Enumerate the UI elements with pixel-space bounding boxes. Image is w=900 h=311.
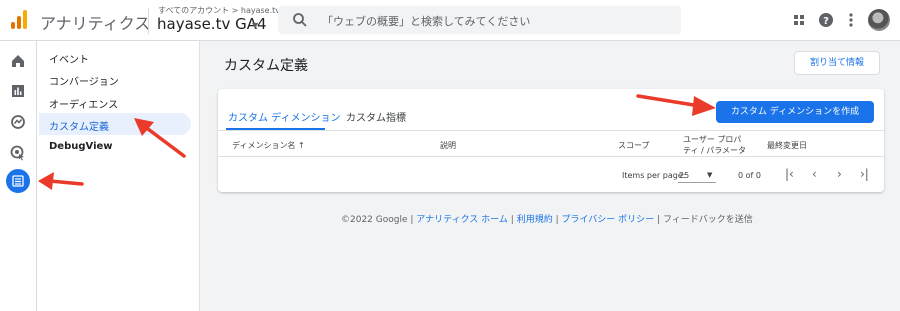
column-header-user-property-line2[interactable]: ティ / パラメータ xyxy=(683,145,746,156)
table-header-divider xyxy=(218,156,884,157)
tab-custom-metrics[interactable]: カスタム指標 xyxy=(346,109,406,124)
search-icon xyxy=(293,13,307,27)
top-app-bar: アナリティクス すべてのアカウント > hayase.tv hayase.tv … xyxy=(0,0,900,41)
tab-custom-dimensions[interactable]: カスタム ディメンション xyxy=(228,109,340,124)
subnav-item-conversions[interactable]: コンバージョン xyxy=(49,73,119,88)
select-underline xyxy=(678,182,716,183)
subnav-item-audiences[interactable]: オーディエンス xyxy=(49,96,118,111)
header-divider xyxy=(148,8,149,34)
footer-link-terms[interactable]: 利用規約 xyxy=(517,215,553,225)
footer-link-privacy[interactable]: プライバシー ポリシー xyxy=(561,215,654,225)
help-icon[interactable]: ? xyxy=(818,12,834,28)
analytics-logo-icon[interactable] xyxy=(10,10,28,30)
app-title: アナリティクス xyxy=(40,14,151,33)
configure-list-icon xyxy=(12,175,24,187)
advertising-icon[interactable] xyxy=(8,143,28,163)
last-page-icon[interactable]: ›| xyxy=(860,167,869,181)
footer: ©2022 Google | アナリティクス ホーム | 利用規約 | プライバ… xyxy=(341,215,753,225)
subnav-item-events[interactable]: イベント xyxy=(49,51,89,66)
create-custom-dimension-button[interactable]: カスタム ディメンションを作成 xyxy=(716,101,874,123)
search-bar[interactable]: 「ウェブの概要」と検索してみてください xyxy=(278,6,681,34)
pagination-range: 0 of 0 xyxy=(738,171,761,180)
apps-grid-icon[interactable] xyxy=(791,12,807,28)
column-header-dimension-name[interactable]: ディメンション名 ↑ xyxy=(232,140,305,151)
custom-definitions-card: カスタム ディメンション カスタム指標 カスタム ディメンションを作成 ディメン… xyxy=(218,89,884,192)
items-per-page-select[interactable]: 25 xyxy=(679,171,689,180)
column-header-description[interactable]: 説明 xyxy=(440,140,456,151)
next-page-icon[interactable]: › xyxy=(837,167,842,181)
footer-copyright: ©2022 Google xyxy=(341,215,408,225)
annotation-arrow-icon xyxy=(134,118,186,158)
column-header-last-modified[interactable]: 最終変更日 xyxy=(767,140,807,151)
avatar[interactable] xyxy=(868,9,890,31)
previous-page-icon[interactable]: ‹ xyxy=(812,167,817,181)
reports-icon[interactable] xyxy=(8,81,28,101)
search-input[interactable]: 「ウェブの概要」と検索してみてください xyxy=(322,13,530,29)
first-page-icon[interactable]: |‹ xyxy=(785,167,794,181)
column-header-user-property-line1[interactable]: ユーザー プロパ xyxy=(683,134,741,145)
column-header-scope[interactable]: スコープ xyxy=(618,140,650,151)
annotation-arrow-icon xyxy=(636,94,716,116)
footer-link-analytics-home[interactable]: アナリティクス ホーム xyxy=(416,215,508,225)
page-title: カスタム定義 xyxy=(224,58,308,74)
annotation-arrow-icon xyxy=(38,172,84,190)
left-nav-rail xyxy=(0,41,37,311)
caret-down-icon[interactable]: ▼ xyxy=(252,21,258,30)
home-icon[interactable] xyxy=(8,51,28,71)
items-per-page-label: Items per page: xyxy=(622,171,686,180)
subnav-item-debugview[interactable]: DebugView xyxy=(49,141,113,152)
tabs-divider xyxy=(218,130,884,131)
quota-info-button[interactable]: 割り当て情報 xyxy=(794,51,880,75)
footer-link-feedback[interactable]: フィードバックを送信 xyxy=(663,215,753,225)
more-vert-icon[interactable] xyxy=(843,12,859,28)
select-caret-icon[interactable]: ▼ xyxy=(707,171,712,179)
property-selector[interactable]: hayase.tv GA4 xyxy=(157,15,267,33)
explore-icon[interactable] xyxy=(8,112,28,132)
subnav-item-custom-definitions[interactable]: カスタム定義 xyxy=(49,118,109,133)
svg-text:?: ? xyxy=(823,16,829,27)
